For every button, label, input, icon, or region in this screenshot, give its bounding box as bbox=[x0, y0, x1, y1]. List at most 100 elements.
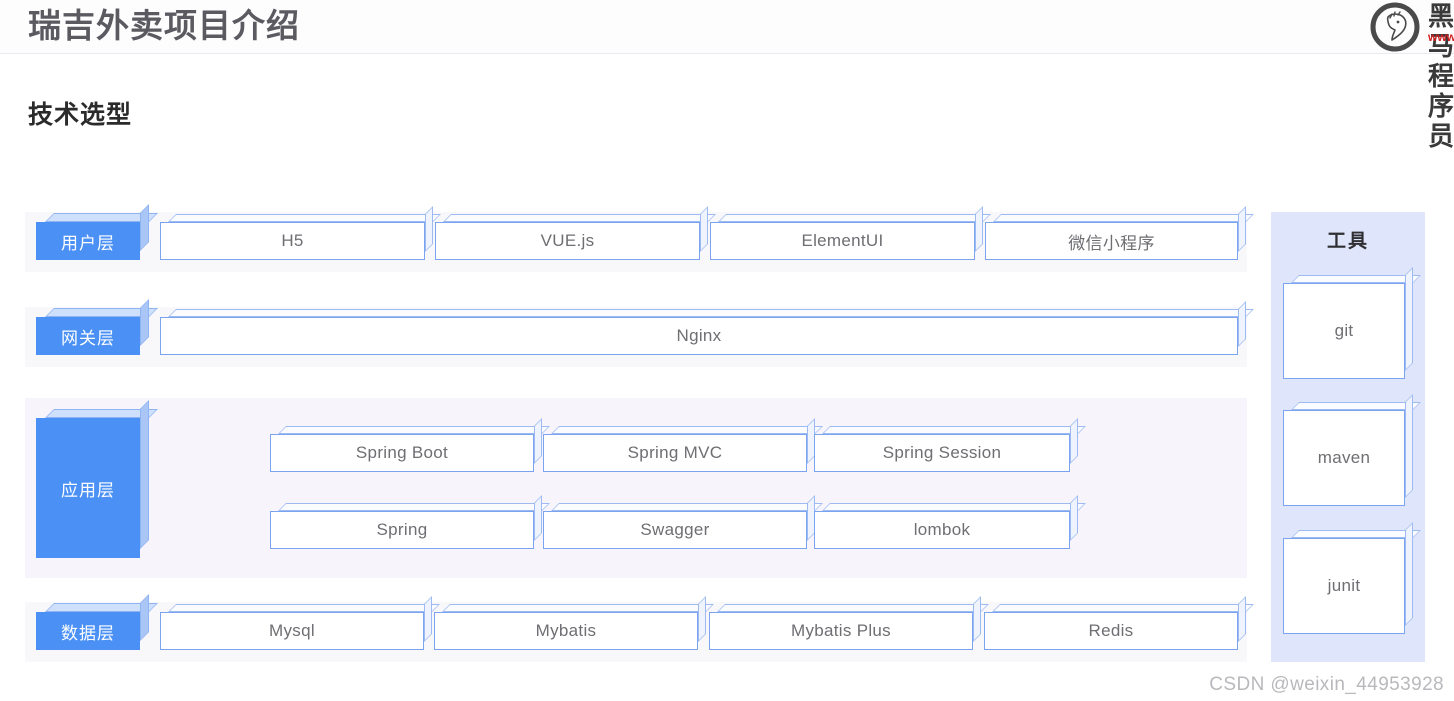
tech-box-spring-mvc[interactable]: Spring MVC bbox=[543, 418, 823, 472]
box-top-face bbox=[278, 426, 550, 434]
box-front-face: ElementUI bbox=[710, 222, 975, 260]
tech-box-wechat-miniprogram[interactable]: 微信小程序 bbox=[985, 206, 1254, 260]
tech-box-spring[interactable]: Spring bbox=[270, 495, 550, 549]
tool-label: maven bbox=[1317, 448, 1371, 467]
tech-label: Redis bbox=[1088, 621, 1134, 640]
tech-label: 微信小程序 bbox=[1068, 233, 1155, 253]
tools-panel-title: 工具 bbox=[1326, 231, 1369, 252]
box-side-face bbox=[534, 495, 542, 541]
tech-label: Mysql bbox=[269, 621, 315, 640]
layer-label: 网关层 bbox=[61, 328, 115, 348]
box-side-face bbox=[975, 206, 983, 252]
box-top-face bbox=[1291, 275, 1421, 283]
layer-box-data-layer[interactable]: 数据层 bbox=[36, 594, 158, 650]
box-front-face: Mysql bbox=[160, 612, 424, 650]
box-front-face: Spring MVC bbox=[543, 434, 807, 472]
box-top-face bbox=[993, 214, 1254, 222]
tech-label: ElementUI bbox=[801, 231, 884, 250]
box-front-face: Spring Boot bbox=[270, 434, 534, 472]
box-side-face bbox=[1405, 267, 1413, 371]
tech-label: Spring MVC bbox=[627, 443, 723, 462]
tech-box-mysql[interactable]: Mysql bbox=[160, 596, 440, 650]
box-top-face bbox=[168, 309, 1254, 317]
csdn-watermark: CSDN @weixin_44953928 bbox=[1209, 674, 1444, 695]
layer-label: 应用层 bbox=[61, 480, 115, 500]
box-front-face: Redis bbox=[984, 612, 1238, 650]
tech-label: H5 bbox=[281, 231, 304, 250]
layer-label: 用户层 bbox=[61, 233, 115, 253]
tech-label: Mybatis bbox=[535, 621, 597, 640]
box-side-face bbox=[1238, 301, 1246, 347]
box-side-face bbox=[534, 418, 542, 464]
box-top-face bbox=[278, 503, 550, 511]
tech-stack-diagram: 用户层 H5 VUE.js ElementUI 微信小程序 网关层 Nginx … bbox=[0, 0, 1454, 701]
box-front-face: 网关层 bbox=[36, 317, 140, 355]
box-side-face bbox=[1238, 206, 1246, 252]
row-band-application-layer bbox=[25, 398, 1247, 578]
box-front-face: junit bbox=[1283, 538, 1405, 634]
box-side-face bbox=[700, 206, 708, 252]
tool-label: junit bbox=[1327, 576, 1361, 595]
tech-box-elementui[interactable]: ElementUI bbox=[710, 206, 991, 260]
box-top-face bbox=[1291, 402, 1421, 410]
box-front-face: maven bbox=[1283, 410, 1405, 506]
box-side-face bbox=[698, 596, 706, 642]
box-side-face bbox=[140, 400, 149, 549]
box-top-face bbox=[717, 604, 989, 612]
box-top-face bbox=[442, 604, 714, 612]
tech-box-spring-session[interactable]: Spring Session bbox=[814, 418, 1086, 472]
tech-box-mybatis[interactable]: Mybatis bbox=[434, 596, 714, 650]
box-front-face: Mybatis Plus bbox=[709, 612, 973, 650]
layer-label: 数据层 bbox=[61, 623, 115, 643]
box-front-face: 微信小程序 bbox=[985, 222, 1238, 260]
box-front-face: Spring bbox=[270, 511, 534, 549]
box-front-face: Mybatis bbox=[434, 612, 698, 650]
box-front-face: lombok bbox=[814, 511, 1070, 549]
box-side-face bbox=[1070, 418, 1078, 464]
tech-label: VUE.js bbox=[540, 231, 595, 250]
tool-box-git[interactable]: git bbox=[1283, 267, 1421, 379]
tech-label: Spring Session bbox=[882, 443, 1002, 462]
box-top-face bbox=[168, 214, 441, 222]
box-front-face: VUE.js bbox=[435, 222, 700, 260]
box-top-face bbox=[443, 214, 716, 222]
tech-box-h5[interactable]: H5 bbox=[160, 206, 441, 260]
tech-box-redis[interactable]: Redis bbox=[984, 596, 1254, 650]
tool-label: git bbox=[1334, 321, 1354, 340]
box-side-face bbox=[424, 596, 432, 642]
box-top-face bbox=[992, 604, 1254, 612]
box-front-face: H5 bbox=[160, 222, 425, 260]
box-side-face bbox=[1238, 596, 1246, 642]
box-front-face: 用户层 bbox=[36, 222, 140, 260]
tech-label: Spring Boot bbox=[355, 443, 449, 462]
box-top-face bbox=[551, 426, 823, 434]
box-top-face bbox=[822, 503, 1086, 511]
box-front-face: Spring Session bbox=[814, 434, 1070, 472]
tech-label: Spring bbox=[376, 520, 428, 539]
tool-box-junit[interactable]: junit bbox=[1283, 522, 1421, 634]
box-side-face bbox=[1070, 495, 1078, 541]
box-top-face bbox=[1291, 530, 1421, 538]
tech-box-spring-boot[interactable]: Spring Boot bbox=[270, 418, 550, 472]
layer-box-gateway-layer[interactable]: 网关层 bbox=[36, 299, 158, 355]
box-front-face: Nginx bbox=[160, 317, 1238, 355]
box-side-face bbox=[1405, 522, 1413, 626]
tech-box-vuejs[interactable]: VUE.js bbox=[435, 206, 716, 260]
box-front-face: 应用层 bbox=[36, 418, 140, 558]
box-front-face: 数据层 bbox=[36, 612, 140, 650]
box-side-face bbox=[1405, 394, 1413, 498]
tech-box-nginx[interactable]: Nginx bbox=[160, 301, 1254, 355]
layer-box-application-layer[interactable]: 应用层 bbox=[36, 400, 158, 558]
layer-box-user-layer[interactable]: 用户层 bbox=[36, 204, 158, 260]
tech-label: Nginx bbox=[676, 326, 722, 345]
box-top-face bbox=[822, 426, 1086, 434]
box-top-face bbox=[168, 604, 440, 612]
tool-box-maven[interactable]: maven bbox=[1283, 394, 1421, 506]
tech-label: lombok bbox=[913, 520, 971, 539]
box-front-face: git bbox=[1283, 283, 1405, 379]
box-side-face bbox=[425, 206, 433, 252]
tech-label: Mybatis Plus bbox=[791, 621, 891, 640]
tech-box-swagger[interactable]: Swagger bbox=[543, 495, 823, 549]
tech-box-mybatis-plus[interactable]: Mybatis Plus bbox=[709, 596, 989, 650]
tech-box-lombok[interactable]: lombok bbox=[814, 495, 1086, 549]
